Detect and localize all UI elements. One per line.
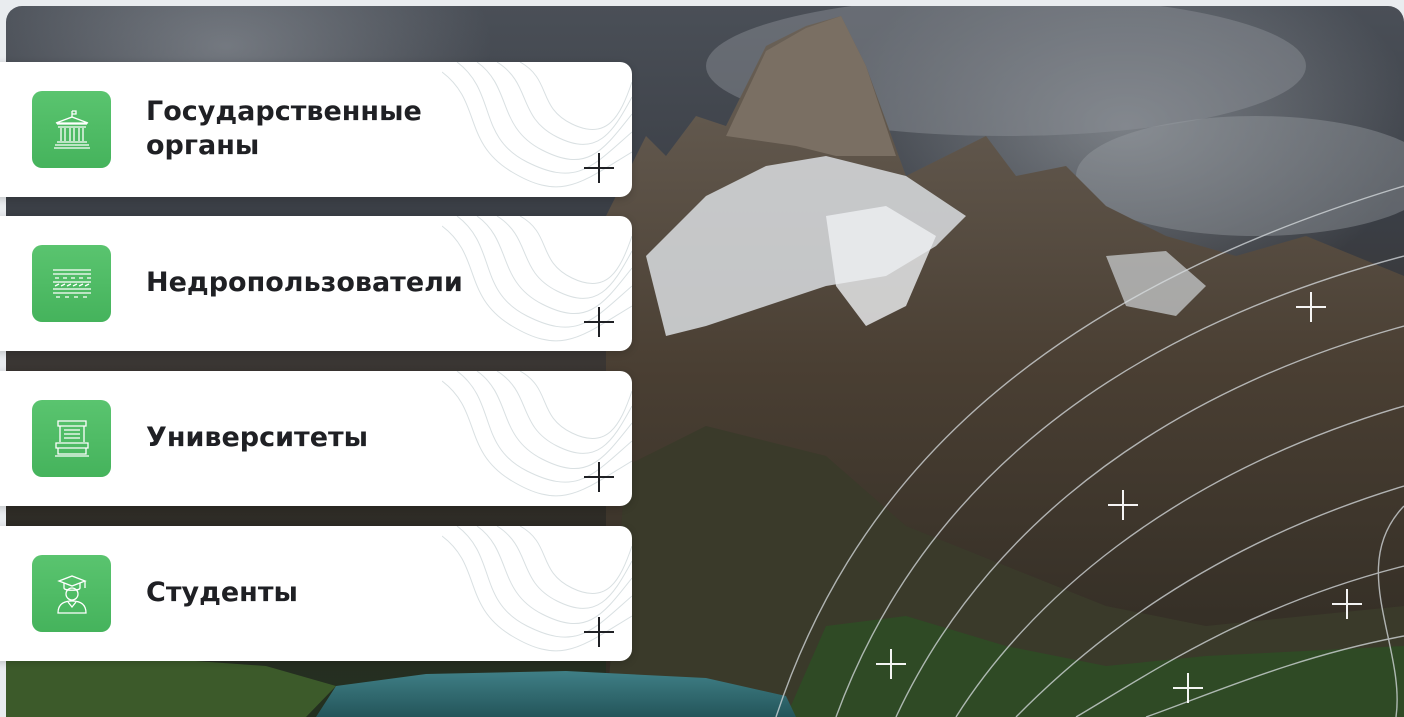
plus-icon[interactable] [584,307,614,337]
university-icon-box [32,400,111,477]
category-card-government[interactable]: Государственные органы [0,62,632,197]
plus-icon[interactable] [584,153,614,183]
category-card-students[interactable]: Студенты [0,526,632,661]
university-books-icon [54,419,89,457]
category-title: Университеты [146,422,369,453]
student-icon-box [32,555,111,632]
category-title: Государственные органы [146,96,422,161]
government-building-icon [53,109,90,149]
plus-icon[interactable] [584,617,614,647]
government-icon-box [32,91,111,168]
category-title: Недропользователи [146,267,463,298]
category-title: Студенты [146,577,298,608]
mineral-layers-icon [52,268,91,298]
subsoil-icon-box [32,245,111,322]
student-graduate-icon [56,574,87,614]
category-card-subsoil-users[interactable]: Недропользователи [0,216,632,351]
plus-icon[interactable] [584,462,614,492]
category-card-universities[interactable]: Университеты [0,371,632,506]
